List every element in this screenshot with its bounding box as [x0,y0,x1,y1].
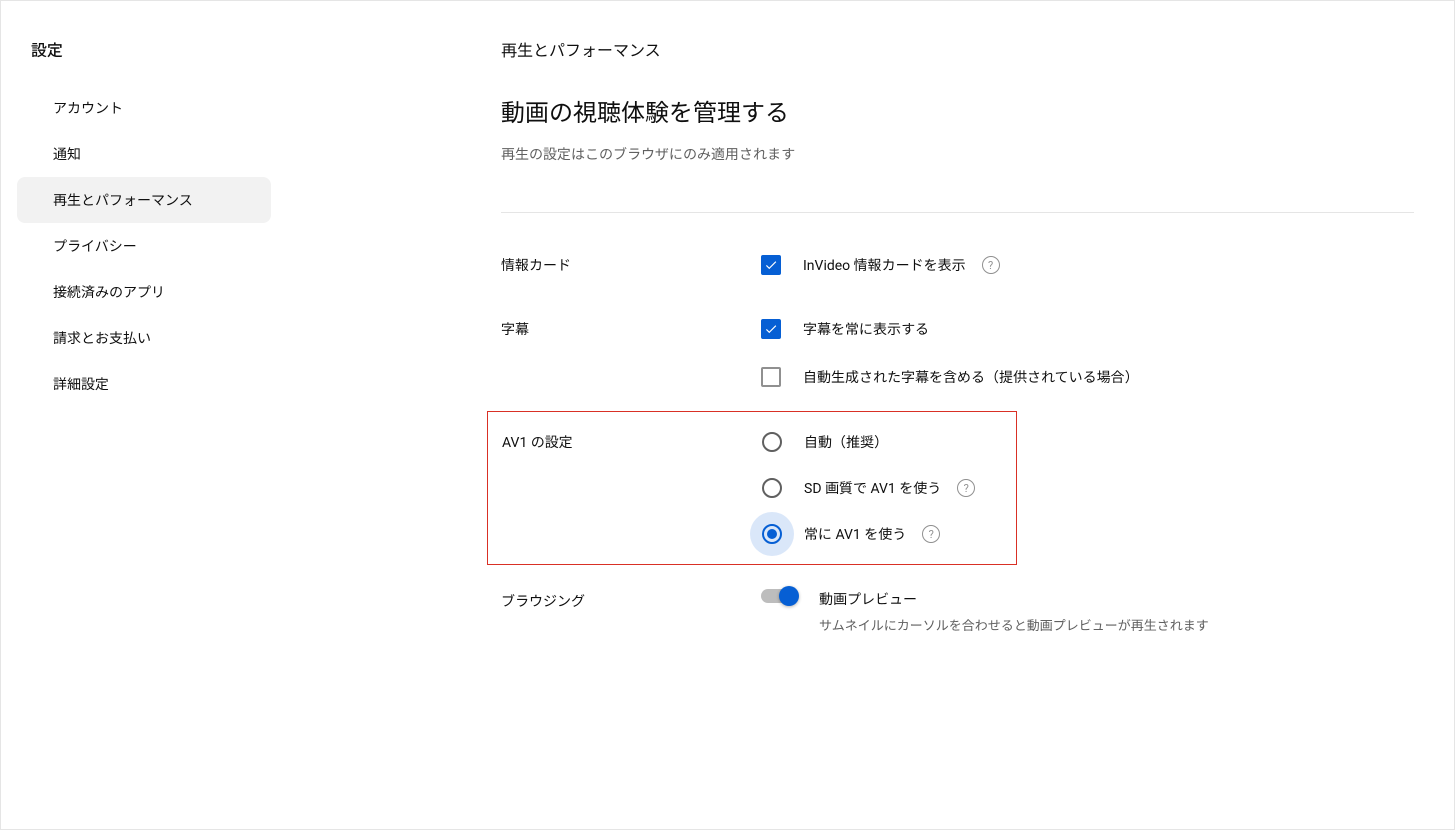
page-subheading: 再生の設定はこのブラウザにのみ適用されます [501,144,1414,164]
checkbox-label: 字幕を常に表示する [803,319,929,339]
page-crumb: 再生とパフォーマンス [501,37,1414,61]
sidebar-item-connected-apps[interactable]: 接続済みのアプリ [17,269,271,315]
help-icon[interactable]: ? [982,256,1000,274]
radio-label: 自動（推奨） [804,432,888,452]
sidebar-item-playback[interactable]: 再生とパフォーマンス [17,177,271,223]
sidebar-title: 設定 [1,21,281,85]
checkbox-label: 自動生成された字幕を含める（提供されている場合） [803,367,1139,387]
sidebar-item-notifications[interactable]: 通知 [17,131,271,177]
check-icon [764,322,778,336]
section-label: 情報カード [501,253,761,275]
sidebar-item-label: 詳細設定 [53,374,109,394]
radio-av1-auto[interactable] [762,432,782,452]
check-icon [764,258,778,272]
checkbox-include-auto-subtitles[interactable] [761,367,781,387]
section-av1: AV1 の設定 自動（推奨） SD 画質で AV1 を使う ? 常に AV1 を… [488,430,1016,546]
sidebar-item-account[interactable]: アカウント [17,85,271,131]
toggle-description: サムネイルにカーソルを合わせると動画プレビューが再生されます [819,615,1209,634]
sidebar-item-label: 接続済みのアプリ [53,282,165,302]
sidebar-item-label: プライバシー [53,236,137,256]
checkbox-always-show-subtitles[interactable] [761,319,781,339]
sidebar-item-label: 通知 [53,144,81,164]
radio-label: 常に AV1 を使う [804,524,906,544]
av1-highlight-box: AV1 の設定 自動（推奨） SD 画質で AV1 を使う ? 常に AV1 を… [487,411,1017,565]
section-browsing: ブラウジング 動画プレビュー サムネイルにカーソルを合わせると動画プレビューが再… [501,589,1414,634]
section-divider [501,212,1414,213]
section-label: AV1 の設定 [502,430,762,452]
sidebar-item-privacy[interactable]: プライバシー [17,223,271,269]
sidebar-item-label: アカウント [53,98,123,118]
sidebar-item-billing[interactable]: 請求とお支払い [17,315,271,361]
radio-label: SD 画質で AV1 を使う [804,478,941,498]
sidebar-item-label: 再生とパフォーマンス [53,190,193,210]
sidebar-item-advanced[interactable]: 詳細設定 [17,361,271,407]
section-label: ブラウジング [501,589,761,611]
help-icon[interactable]: ? [957,479,975,497]
section-info-card: 情報カード InVideo 情報カードを表示 ? [501,253,1414,277]
main-content: 再生とパフォーマンス 動画の視聴体験を管理する 再生の設定はこのブラウザにのみ適… [281,1,1454,829]
radio-av1-sd[interactable] [762,478,782,498]
checkbox-label: InVideo 情報カードを表示 [803,255,966,275]
sidebar-item-label: 請求とお支払い [53,328,151,348]
help-icon[interactable]: ? [922,525,940,543]
section-subtitles: 字幕 字幕を常に表示する 自動生成された字幕を含める（提供されている場合） [501,317,1414,389]
page-heading: 動画の視聴体験を管理する [501,93,1414,128]
radio-av1-always[interactable] [762,524,782,544]
checkbox-invideo-cards[interactable] [761,255,781,275]
settings-sidebar: 設定 アカウント 通知 再生とパフォーマンス プライバシー 接続済みのアプリ 請… [1,1,281,829]
section-label: 字幕 [501,317,761,339]
toggle-video-preview[interactable] [761,589,797,603]
toggle-title: 動画プレビュー [819,589,1209,609]
